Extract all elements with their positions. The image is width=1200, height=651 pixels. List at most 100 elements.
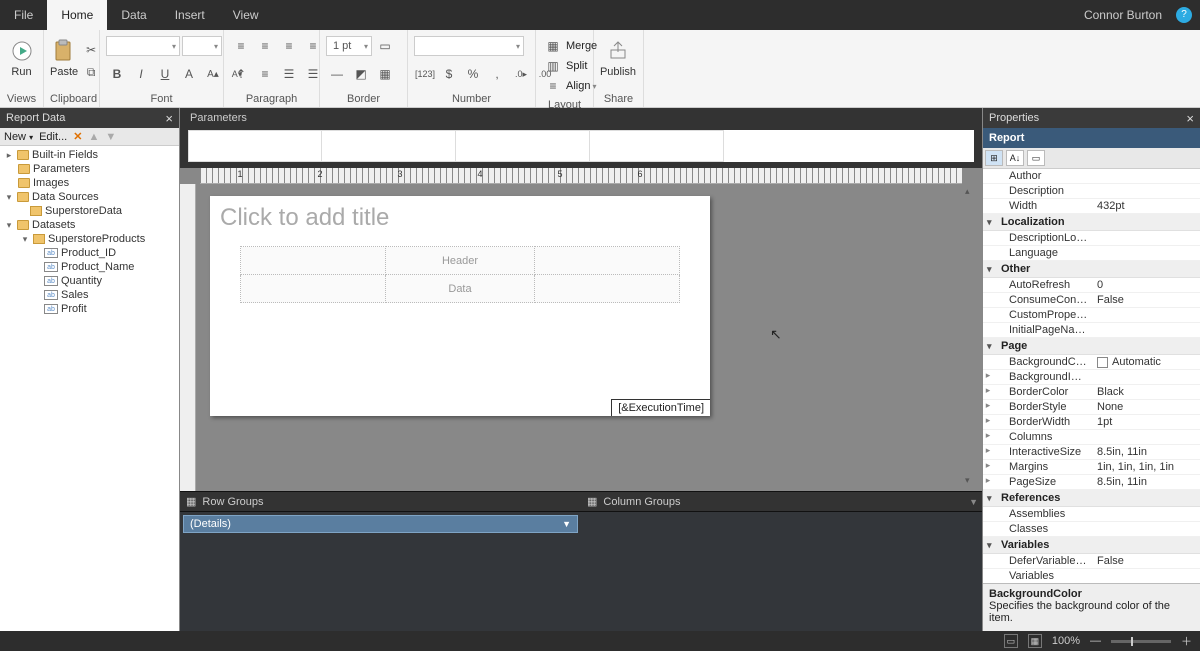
field-icon: ab xyxy=(44,276,58,286)
row-groups-header[interactable]: ▦Row Groups xyxy=(180,492,581,512)
field-item[interactable]: abProduct_ID xyxy=(0,246,179,260)
border-line-button[interactable]: — xyxy=(326,64,348,84)
menu-tabs: File Home Data Insert View Connor Burton… xyxy=(0,0,1200,30)
folder-icon xyxy=(17,220,29,230)
copy-button[interactable]: ⧉ xyxy=(80,62,102,82)
zoom-slider[interactable] xyxy=(1111,640,1171,643)
comma-button[interactable]: , xyxy=(486,64,508,84)
dataset-item[interactable]: ▾SuperstoreProducts xyxy=(0,232,179,246)
move-down-button[interactable]: ▼ xyxy=(105,131,116,143)
valign-mid-button[interactable]: ≡ xyxy=(254,64,276,84)
grouping-pane: ▦Row Groups (Details)▼ ▦Column Groups▼ xyxy=(180,491,982,631)
number-format-combo[interactable] xyxy=(414,36,524,56)
field-icon: ab xyxy=(44,290,58,300)
vertical-scrollbar[interactable]: ▴▾ xyxy=(965,186,979,486)
cut-button[interactable]: ✂ xyxy=(80,40,102,60)
field-item[interactable]: abQuantity xyxy=(0,274,179,288)
border-fill-button[interactable]: ▦ xyxy=(374,64,396,84)
properties-panel: Properties × Report ⊞ A↓ ▭ Author Descri… xyxy=(982,108,1200,631)
property-pages-button[interactable]: ▭ xyxy=(1027,150,1045,166)
field-item[interactable]: abSales xyxy=(0,288,179,302)
font-size-combo[interactable] xyxy=(182,36,222,56)
tab-view[interactable]: View xyxy=(219,0,273,30)
tab-home[interactable]: Home xyxy=(47,0,107,30)
underline-button[interactable]: U xyxy=(154,64,176,84)
ruler-labels: 123456 xyxy=(200,169,680,179)
move-up-button[interactable]: ▲ xyxy=(88,131,99,143)
font-color-button[interactable]: A xyxy=(178,64,200,84)
group-label-share: Share xyxy=(600,90,637,107)
cursor-icon: ↖ xyxy=(770,326,782,343)
parameters-header[interactable]: Parameters xyxy=(180,108,982,130)
valign-top-button[interactable]: ⇡ xyxy=(230,64,252,84)
grid-icon: ▦ xyxy=(587,495,597,508)
property-grid[interactable]: Author Description Width432pt ▾Localizat… xyxy=(983,169,1200,583)
datasource-icon xyxy=(30,206,42,216)
list-bullets-button[interactable]: ☰ xyxy=(278,64,300,84)
preview-mode-icon[interactable]: ▦ xyxy=(1028,634,1042,648)
title-placeholder[interactable]: Click to add title xyxy=(210,196,710,246)
border-weight-combo[interactable]: 1 pt xyxy=(326,36,372,56)
tab-insert[interactable]: Insert xyxy=(161,0,219,30)
status-bar: ▭ ▦ 100% — ＋ xyxy=(0,631,1200,651)
close-icon[interactable]: × xyxy=(165,111,173,126)
field-item[interactable]: abProfit xyxy=(0,302,179,316)
property-description: BackgroundColor Specifies the background… xyxy=(983,583,1200,631)
new-menu[interactable]: New ▾ xyxy=(4,131,33,143)
percent-button[interactable]: % xyxy=(462,64,484,84)
folder-icon xyxy=(17,192,29,202)
details-group[interactable]: (Details)▼ xyxy=(183,515,578,533)
italic-button[interactable]: I xyxy=(130,64,152,84)
inc-decimal-button[interactable]: .0▸ xyxy=(510,64,532,84)
tab-data[interactable]: Data xyxy=(107,0,160,30)
user-label[interactable]: Connor Burton xyxy=(1078,0,1168,30)
report-data-header: Report Data × xyxy=(0,108,179,128)
folder-icon xyxy=(18,164,30,174)
zoom-out-button[interactable]: — xyxy=(1090,635,1101,647)
delete-button[interactable]: ✕ xyxy=(73,130,82,143)
bold-button[interactable]: B xyxy=(106,64,128,84)
help-icon[interactable]: ? xyxy=(1176,7,1192,23)
paste-button[interactable]: Paste xyxy=(50,34,78,90)
chevron-down-icon[interactable]: ▼ xyxy=(562,519,571,529)
merge-button[interactable]: ▦Merge xyxy=(542,36,597,56)
font-family-combo[interactable] xyxy=(106,36,180,56)
report-page[interactable]: Click to add title Header Data [&Executi… xyxy=(210,196,710,416)
grow-font-button[interactable]: A▴ xyxy=(202,64,224,84)
border-color-button[interactable]: ◩ xyxy=(350,64,372,84)
group-label-clipboard: Clipboard xyxy=(50,90,93,107)
chevron-down-icon[interactable]: ▼ xyxy=(969,497,978,507)
canvas[interactable]: Click to add title Header Data [&Executi… xyxy=(200,186,962,486)
field-item[interactable]: abProduct_Name xyxy=(0,260,179,274)
split-button[interactable]: ▥Split xyxy=(542,56,587,76)
run-button[interactable]: Run xyxy=(6,34,37,90)
parameters-grid[interactable] xyxy=(188,130,974,162)
tablix[interactable]: Header Data xyxy=(240,246,680,303)
color-swatch xyxy=(1097,357,1108,368)
placeholder-button[interactable]: [123] xyxy=(414,64,436,84)
grid-icon: ▦ xyxy=(186,495,196,508)
column-groups-header[interactable]: ▦Column Groups▼ xyxy=(581,492,982,512)
datasource-item[interactable]: SuperstoreData xyxy=(0,204,179,218)
report-data-tree[interactable]: ▸Built-in Fields Parameters Images ▾Data… xyxy=(0,146,179,631)
close-icon[interactable]: × xyxy=(1186,111,1194,126)
zoom-label: 100% xyxy=(1052,635,1080,647)
publish-button[interactable]: Publish xyxy=(600,34,636,90)
tab-file[interactable]: File xyxy=(0,0,47,30)
edit-button[interactable]: Edit... xyxy=(39,131,67,143)
report-data-toolbar: New ▾ Edit... ✕ ▲ ▼ xyxy=(0,128,179,146)
currency-button[interactable]: $ xyxy=(438,64,460,84)
border-style-button[interactable]: ▭ xyxy=(374,36,396,56)
design-mode-icon[interactable]: ▭ xyxy=(1004,634,1018,648)
report-data-panel: Report Data × New ▾ Edit... ✕ ▲ ▼ ▸Built… xyxy=(0,108,180,631)
execution-time-textbox[interactable]: [&ExecutionTime] xyxy=(611,399,710,416)
align-button[interactable]: ≡Align▾ xyxy=(542,76,596,96)
folder-icon xyxy=(17,150,29,160)
selected-object[interactable]: Report xyxy=(983,128,1200,148)
align-left-button[interactable]: ≡ xyxy=(230,36,252,56)
alphabetical-button[interactable]: A↓ xyxy=(1006,150,1024,166)
categorized-button[interactable]: ⊞ xyxy=(985,150,1003,166)
zoom-in-button[interactable]: ＋ xyxy=(1181,633,1192,649)
align-center-button[interactable]: ≡ xyxy=(254,36,276,56)
align-right-button[interactable]: ≡ xyxy=(278,36,300,56)
